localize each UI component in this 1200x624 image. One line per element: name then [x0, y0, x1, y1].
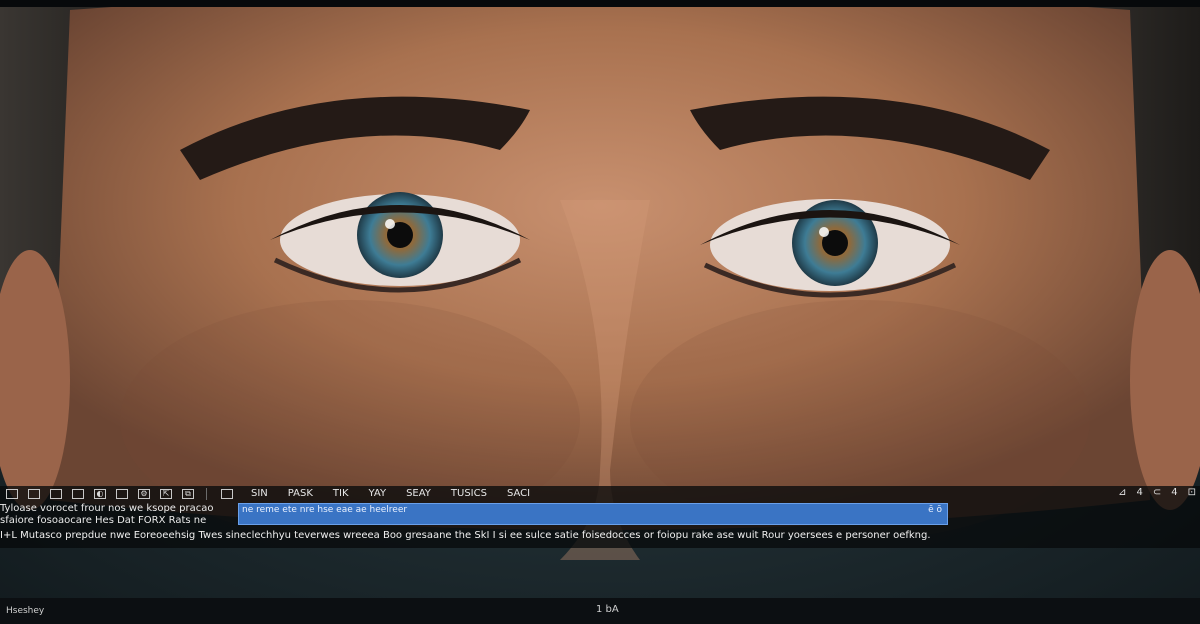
- toolbar-separator: [206, 488, 207, 500]
- toolbar-right: ⊿ 4 ⊂ 4 ⊡: [1118, 487, 1196, 498]
- status-left: Hseshey: [6, 606, 45, 616]
- link-icon[interactable]: ⊂: [1153, 487, 1161, 498]
- top-strip: [0, 0, 1200, 7]
- menu-item[interactable]: SACI: [507, 489, 530, 499]
- grid-icon[interactable]: [6, 489, 18, 499]
- menu-item[interactable]: SEAY: [406, 489, 431, 499]
- crop-icon[interactable]: ⧉: [182, 489, 194, 499]
- main-text-line: I+L Mutasco prepdue nwe Eoreoeehsig Twes…: [0, 530, 931, 541]
- copy-icon[interactable]: [116, 489, 128, 499]
- menu-item[interactable]: SIN: [251, 489, 268, 499]
- menu-item[interactable]: TUSICS: [451, 489, 487, 499]
- right-tool[interactable]: 4: [1171, 487, 1177, 498]
- left-line: sfaiore fosoaocare Hes Dat FORX Rats ne: [0, 515, 207, 526]
- triangle-icon[interactable]: ⊿: [1118, 487, 1126, 498]
- menu-bar: SIN PASK TIK YAY SEAY TUSICS SACI: [251, 489, 530, 499]
- right-tool[interactable]: 4: [1136, 487, 1142, 498]
- left-line: Tyloase vorocet frour nos we ksope praca…: [0, 503, 214, 514]
- menu-item[interactable]: YAY: [369, 489, 387, 499]
- window-icon[interactable]: [28, 489, 40, 499]
- panel-icon[interactable]: [50, 489, 62, 499]
- contrast-icon[interactable]: ◐: [94, 489, 106, 499]
- selected-row[interactable]: ne reme ete nre hse eae ae heelreer ē ō: [238, 503, 948, 525]
- selected-end-marks: ē ō: [928, 505, 942, 515]
- settings-icon[interactable]: ⚙: [138, 489, 150, 499]
- status-center: 1 bA: [596, 604, 619, 615]
- left-column: Tyloase vorocet frour nos we ksope praca…: [0, 503, 236, 527]
- window-icon[interactable]: ⊡: [1188, 487, 1196, 498]
- menu-item[interactable]: PASK: [288, 489, 313, 499]
- expand-icon[interactable]: ⇱: [160, 489, 172, 499]
- frame-icon[interactable]: [72, 489, 84, 499]
- menu-item[interactable]: TIK: [333, 489, 349, 499]
- toolbar: ◐ ⚙ ⇱ ⧉ SIN PASK TIK YAY SEAY TUSICS SAC…: [0, 486, 1200, 502]
- selected-text: ne reme ete nre hse eae ae heelreer: [242, 505, 408, 515]
- image-icon[interactable]: [221, 489, 233, 499]
